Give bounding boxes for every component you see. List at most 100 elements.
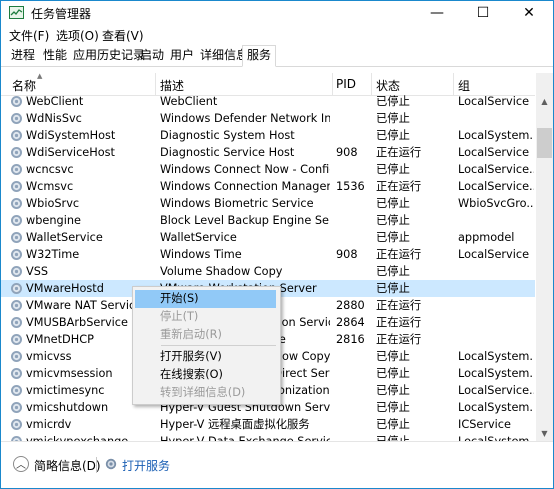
ctx-stop[interactable]: 停止(T)	[135, 308, 276, 326]
service-name: WdNisSvc	[26, 112, 82, 125]
table-row[interactable]: WalletService WalletService 已停止 appmodel	[1, 229, 535, 246]
ctx-open-services[interactable]: 打开服务(V)	[135, 348, 276, 366]
table-row[interactable]: VSS Volume Shadow Copy 已停止	[1, 263, 535, 280]
close-button[interactable]: ✕	[506, 1, 552, 25]
table-row[interactable]: WbioSrvc Windows Biometric Service 已停止 Wbio…	[1, 195, 535, 212]
table-row[interactable]: Wcmsvc Windows Connection Manager 1536 正在运行…	[1, 178, 535, 195]
menu-view[interactable]: 查看(V)	[102, 27, 144, 44]
service-status: 已停止	[376, 384, 410, 397]
service-name: WalletService	[26, 231, 103, 244]
ctx-start[interactable]: 开始(S)	[135, 290, 276, 308]
ctx-search-online[interactable]: 在线搜索(O)	[135, 366, 276, 384]
service-status: 已停止	[376, 418, 410, 431]
table-row[interactable]: W32Time Windows Time 908 正在运行 LocalService	[1, 246, 535, 263]
tab-bar: 进程 性能 应用历史记录 启动 用户 详细信息 服务	[1, 45, 553, 67]
minimize-button[interactable]: —	[414, 1, 460, 25]
chevron-up-icon: ︿	[16, 460, 26, 471]
service-status: 已停止	[376, 129, 410, 142]
tab-users[interactable]: 用户	[166, 46, 198, 65]
column-divider[interactable]	[453, 73, 454, 95]
service-name: vmickvpexchange	[26, 433, 154, 441]
service-name: WbioSrvc	[26, 197, 80, 210]
service-status: 已停止	[376, 350, 410, 363]
window-title: 任务管理器	[31, 7, 92, 21]
column-divider[interactable]	[155, 73, 156, 95]
table-row[interactable]: WdiServiceHost Diagnostic Service Host 908…	[1, 144, 535, 161]
service-description: Windows Connection Manager	[160, 180, 330, 193]
table-row[interactable]: WdNisSvc Windows Defender Network Ins... 已…	[1, 110, 535, 127]
table-row[interactable]: WdiSystemHost Diagnostic System Host 已停止 Lo…	[1, 127, 535, 144]
service-name: WdiServiceHost	[26, 146, 115, 159]
service-name: Wcmsvc	[26, 180, 74, 193]
service-name: VSS	[26, 265, 49, 278]
service-status: 已停止	[376, 433, 452, 441]
service-group: LocalService...	[458, 180, 534, 193]
services-gear-icon[interactable]	[104, 457, 118, 471]
title-bar[interactable]: 任务管理器 — ☐ ✕	[1, 1, 553, 25]
column-pid[interactable]: PID	[336, 77, 356, 91]
service-status: 正在运行	[376, 316, 422, 329]
service-status: 已停止	[376, 231, 410, 244]
table-row[interactable]: WebClient WebClient 已停止 LocalService	[1, 93, 535, 110]
service-pid: 1536	[336, 180, 365, 193]
vertical-scrollbar[interactable]: ▲ ▼	[536, 73, 553, 441]
service-group: LocalService	[458, 95, 530, 108]
ctx-restart[interactable]: 重新启动(R)	[135, 326, 276, 344]
service-name: W32Time	[26, 248, 80, 261]
service-description: Diagnostic Service Host	[160, 146, 295, 159]
service-name: wcncsvc	[26, 163, 74, 176]
service-pid: 908	[336, 146, 358, 159]
service-group: LocalSystem...	[458, 350, 534, 363]
service-group: ICService	[458, 418, 511, 431]
footer-divider	[96, 457, 97, 473]
menu-options[interactable]: 选项(O)	[56, 27, 99, 44]
tab-performance[interactable]: 性能	[39, 46, 71, 65]
column-status[interactable]: 状态	[376, 77, 400, 94]
task-manager-window: 任务管理器 — ☐ ✕ 文件(F) 选项(O) 查看(V) 进程 性能 应用历史…	[0, 0, 554, 489]
service-group: LocalSystem...	[458, 129, 534, 142]
column-group[interactable]: 组	[458, 77, 470, 94]
tab-services[interactable]: 服务	[242, 45, 277, 67]
service-group: WbioSvcGro...	[458, 197, 534, 210]
service-group: LocalService	[458, 248, 530, 261]
service-status: 正在运行	[376, 299, 422, 312]
service-status: 已停止	[376, 367, 410, 380]
table-row[interactable]: wbengine Block Level Backup Engine Servic…	[1, 212, 535, 229]
footer-bar: ︿ 简略信息(D) 打开服务	[1, 441, 553, 488]
table-row[interactable]: vmicrdv Hyper-V 远程桌面虚拟化服务 已停止 ICService	[1, 416, 535, 433]
service-description: WalletService	[160, 231, 237, 244]
tab-processes[interactable]: 进程	[7, 46, 39, 65]
service-group: LocalService...	[458, 163, 534, 176]
service-status: 正在运行	[376, 180, 422, 193]
open-services-link[interactable]: 打开服务	[122, 457, 170, 474]
column-description[interactable]: 描述	[160, 77, 184, 94]
service-status: 正在运行	[376, 333, 422, 346]
table-row[interactable]: wcncsvc Windows Connect Now - Config ... 已…	[1, 161, 535, 178]
maximize-button[interactable]: ☐	[460, 1, 506, 25]
fewer-details-button[interactable]: ︿	[13, 456, 29, 472]
service-description: Volume Shadow Copy	[160, 265, 283, 278]
ctx-go-to-details[interactable]: 转到详细信息(D)	[135, 384, 276, 402]
context-menu: 开始(S) 停止(T) 重新启动(R) 打开服务(V) 在线搜索(O) 转到详细信息(D)	[132, 286, 281, 405]
service-status: 已停止	[376, 214, 410, 227]
service-status: 已停止	[376, 401, 410, 414]
service-description: Windows Time	[160, 248, 242, 261]
scroll-up-icon[interactable]: ▲	[536, 95, 553, 109]
service-pid: 908	[336, 248, 358, 261]
column-name[interactable]: 名称	[12, 77, 36, 94]
column-divider[interactable]	[371, 73, 372, 95]
service-status: 已停止	[376, 163, 410, 176]
service-status: 已停止	[376, 112, 410, 125]
service-status: 已停止	[376, 95, 410, 108]
scroll-down-icon[interactable]: ▼	[536, 427, 553, 441]
scrollbar-thumb[interactable]	[537, 128, 552, 158]
service-status: 已停止	[376, 282, 410, 295]
service-group: appmodel	[458, 231, 515, 244]
fewer-details-label[interactable]: 简略信息(D)	[34, 457, 101, 474]
task-manager-icon	[9, 6, 24, 19]
column-divider[interactable]	[332, 73, 333, 95]
service-name: vmicrdv	[26, 418, 72, 431]
tab-startup[interactable]: 启动	[136, 46, 168, 65]
table-row[interactable]: vmickvpexchange Hyper-V Data Exchange Ser…	[1, 433, 535, 441]
menu-file[interactable]: 文件(F)	[9, 27, 49, 44]
